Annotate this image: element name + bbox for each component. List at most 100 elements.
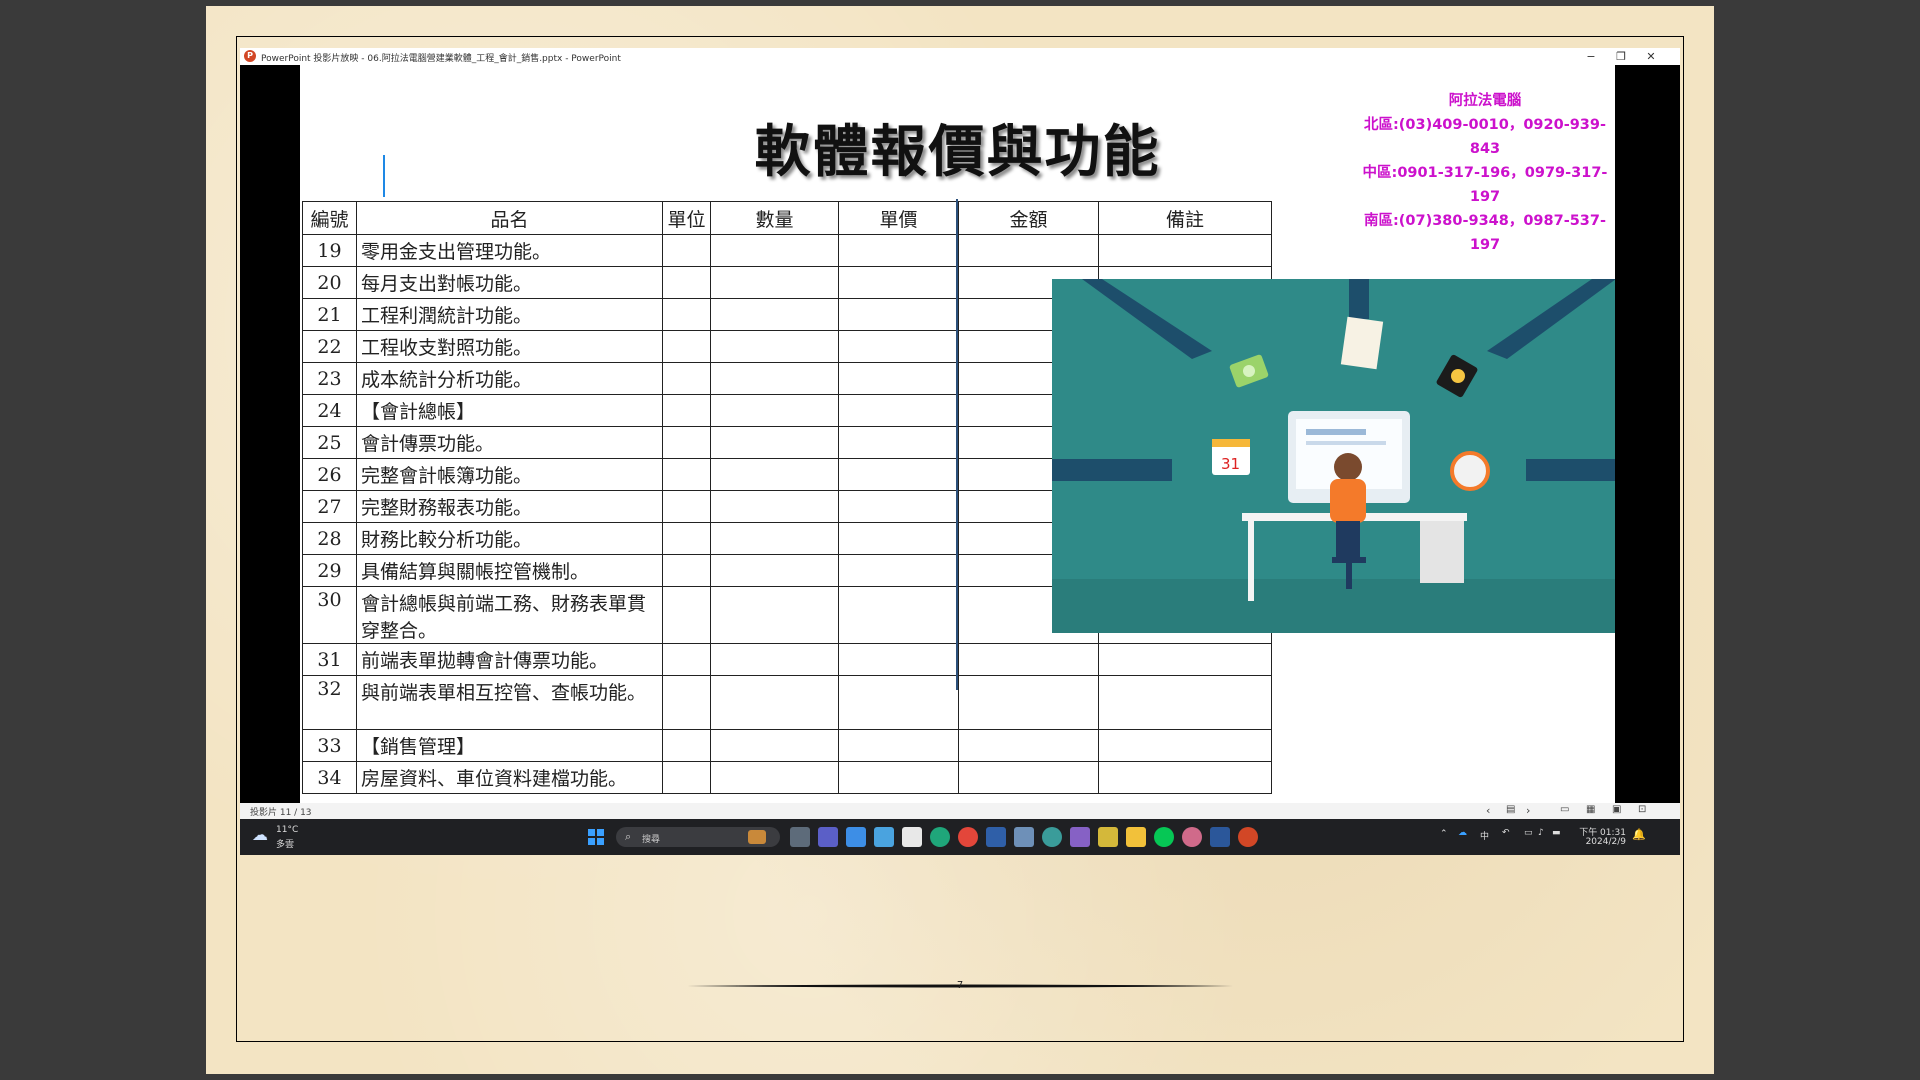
company-name: 阿拉法電腦 (1448, 93, 1522, 109)
title-bar: P PowerPoint 投影片放映 - 06.阿拉法電腦營建業軟體_工程_會計… (240, 48, 1680, 65)
status-bar: 投影片 11 / 13 ‹ ▤ › ▭ ▦ ▣ ⊡ (240, 803, 1680, 819)
row-number: 30 (302, 586, 357, 644)
slideshow-area: 軟體報價與功能 阿拉法電腦 北區:(03)409-0010，0920-939-8… (240, 65, 1680, 803)
contact-info: 阿拉法電腦 北區:(03)409-0010，0920-939-843 中區:09… (1355, 89, 1615, 257)
row-item-name: 零用金支出管理功能。 (356, 234, 663, 267)
row-item-name: 具備結算與關帳控管機制。 (356, 554, 663, 587)
slide-counter: 投影片 11 / 13 (250, 808, 312, 818)
weather-cloud-icon[interactable]: ☁ (252, 825, 268, 844)
next-slide-icon[interactable]: › (1526, 804, 1530, 817)
normal-view-icon[interactable]: ▭ (1560, 804, 1569, 815)
photos-icon[interactable] (1014, 827, 1034, 847)
file-explorer-icon[interactable] (1126, 827, 1146, 847)
row-item-name: 完整財務報表功能。 (356, 490, 663, 523)
header-number: 編號 (302, 201, 357, 235)
table-row: 19 零用金支出管理功能。 (302, 234, 1272, 267)
row-number: 26 (302, 458, 357, 491)
row-item-name: 【會計總帳】 (356, 394, 663, 427)
table-row: 34 房屋資料、車位資料建檔功能。 (302, 761, 1272, 794)
onedrive-icon[interactable]: ☁ (1458, 828, 1467, 838)
row-number: 24 (302, 394, 357, 427)
row-item-name: 與前端表單相互控管、查帳功能。 (356, 675, 663, 730)
row-number: 25 (302, 426, 357, 459)
contact-south: 南區:(07)380-9348，0987-537-197 (1363, 213, 1607, 253)
powerpoint-taskbar-icon[interactable] (1238, 827, 1258, 847)
windows-start-icon[interactable] (586, 827, 606, 847)
reading-view-icon[interactable]: ▣ (1612, 804, 1621, 815)
row-item-name: 成本統計分析功能。 (356, 362, 663, 395)
table-row: 33 【銷售管理】 (302, 729, 1272, 762)
table-header-row: 編號 品名 單位 數量 單價 金額 備註 (302, 201, 1272, 235)
weather-description: 多雲 (276, 840, 295, 850)
slide[interactable]: 軟體報價與功能 阿拉法電腦 北區:(03)409-0010，0920-939-8… (300, 65, 1615, 803)
paint-icon[interactable] (1182, 827, 1202, 847)
restore-button[interactable]: ❐ (1606, 48, 1636, 65)
row-number: 33 (302, 729, 357, 762)
row-number: 22 (302, 330, 357, 363)
row-item-name: 財務比較分析功能。 (356, 522, 663, 555)
window-title: PowerPoint 投影片放映 - 06.阿拉法電腦營建業軟體_工程_會計_銷… (261, 54, 621, 64)
row-number: 29 (302, 554, 357, 587)
text-cursor (383, 155, 385, 197)
svg-text:31: 31 (1221, 455, 1240, 473)
table-row: 31 前端表單拋轉會計傳票功能。 (302, 643, 1272, 676)
mail-icon[interactable] (874, 827, 894, 847)
slideshow-view-icon[interactable]: ⊡ (1638, 804, 1646, 815)
row-item-name: 工程利潤統計功能。 (356, 298, 663, 331)
row-number: 19 (302, 234, 357, 267)
row-item-name: 【銷售管理】 (356, 729, 663, 762)
page-number: 7 (956, 980, 964, 991)
chrome-icon[interactable] (958, 827, 978, 847)
edge-icon[interactable] (930, 827, 950, 847)
slide-sorter-icon[interactable]: ▦ (1586, 804, 1595, 815)
business-illustration: 31 (1052, 279, 1615, 633)
row-number: 23 (302, 362, 357, 395)
minimize-button[interactable]: − (1576, 48, 1606, 65)
row-item-name: 會計傳票功能。 (356, 426, 663, 459)
row-number: 27 (302, 490, 357, 523)
remote-desktop-icon[interactable] (986, 827, 1006, 847)
row-number: 28 (302, 522, 357, 555)
ime-indicator[interactable]: 中 (1480, 829, 1489, 842)
input-mode-icon[interactable]: ↶ (1502, 828, 1510, 838)
close-button[interactable]: ✕ (1636, 48, 1666, 65)
notepad-icon[interactable] (846, 827, 866, 847)
row-item-name: 工程收支對照功能。 (356, 330, 663, 363)
speaker-icon[interactable]: ♪ (1538, 828, 1544, 838)
weather-temperature: 11°C (276, 825, 299, 835)
notification-bell-icon[interactable]: 🔔 (1632, 828, 1646, 841)
search-icon: ⌕ (625, 830, 632, 843)
header-quantity: 數量 (710, 201, 839, 235)
network-icon[interactable]: ▭ (1524, 828, 1533, 838)
network-app-icon[interactable] (1042, 827, 1062, 847)
row-number: 31 (302, 643, 357, 676)
row-item-name: 前端表單拋轉會計傳票功能。 (356, 643, 663, 676)
taskbar: ☁ 11°C 多雲 ⌕ 搜尋 ⌃ ☁ 中 ↶ ▭ ♪ ▬ 下午 01:31 20… (240, 819, 1680, 855)
line-icon[interactable] (1154, 827, 1174, 847)
footer-divider (687, 973, 1233, 988)
clock-date[interactable]: 2024/2/9 (1578, 837, 1626, 847)
powerpoint-window: P PowerPoint 投影片放映 - 06.阿拉法電腦營建業軟體_工程_會計… (240, 48, 1680, 855)
row-item-name: 完整會計帳簿功能。 (356, 458, 663, 491)
header-item-name: 品名 (356, 201, 663, 235)
tools-icon[interactable] (1098, 827, 1118, 847)
header-unit-price: 單價 (838, 201, 959, 235)
taskbar-search[interactable]: ⌕ 搜尋 (616, 827, 780, 847)
row-item-name: 每月支出對帳功能。 (356, 266, 663, 299)
row-number: 20 (302, 266, 357, 299)
row-number: 32 (302, 675, 357, 730)
teams-icon[interactable] (818, 827, 838, 847)
row-item-name: 會計總帳與前端工務、財務表單貫穿整合。 (356, 586, 663, 644)
header-amount: 金額 (958, 201, 1099, 235)
contact-central: 中區:0901-317-196，0979-317-197 (1362, 165, 1608, 205)
table-row: 32 與前端表單相互控管、查帳功能。 (302, 675, 1272, 730)
slide-menu-icon[interactable]: ▤ (1506, 804, 1515, 815)
previous-slide-icon[interactable]: ‹ (1486, 804, 1490, 817)
task-view-icon[interactable] (790, 827, 810, 847)
visual-studio-icon[interactable] (1070, 827, 1090, 847)
header-unit: 單位 (662, 201, 711, 235)
battery-icon[interactable]: ▬ (1552, 828, 1561, 838)
word-icon[interactable] (1210, 827, 1230, 847)
store-icon[interactable] (902, 827, 922, 847)
chevron-up-icon[interactable]: ⌃ (1440, 829, 1448, 839)
